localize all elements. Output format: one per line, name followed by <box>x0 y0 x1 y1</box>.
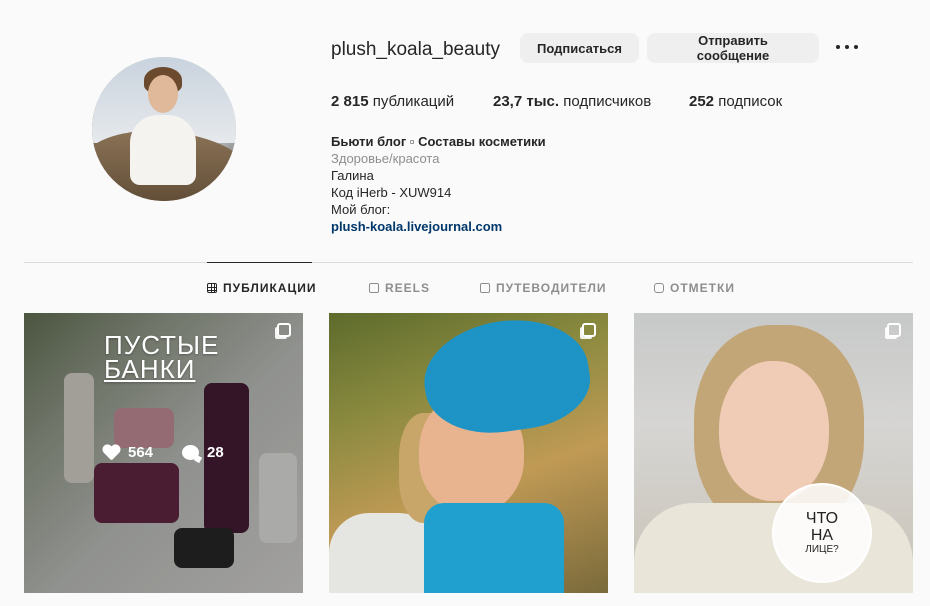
dot <box>854 45 858 49</box>
posts-stat: 2 815 публикаций <box>331 93 454 110</box>
profile-username: plush_koala_beauty <box>331 39 501 60</box>
active-tab-indicator <box>207 262 312 263</box>
following-count: 252 <box>689 93 715 110</box>
bio-line: Галина <box>331 168 374 183</box>
stamp-line: НА <box>810 527 834 544</box>
stamp-line: ЧТО <box>805 510 839 527</box>
likes-count: 564 <box>102 444 153 461</box>
comment-icon <box>182 445 199 460</box>
tab-posts[interactable]: ПУБЛИКАЦИИ <box>207 281 316 295</box>
profile-bio: Бьюти блог ▫ Составы косметики Здоровье/… <box>331 133 546 235</box>
post-thumbnail[interactable] <box>329 313 608 593</box>
tabs-divider <box>24 262 913 263</box>
dot <box>845 45 849 49</box>
photo-face <box>719 361 829 501</box>
followers-label: подписчиков <box>563 93 652 110</box>
photo-coat <box>329 513 439 593</box>
more-options-icon[interactable] <box>836 37 858 57</box>
profile-avatar[interactable] <box>92 57 236 201</box>
following-label: подписок <box>718 93 783 110</box>
carousel-icon <box>277 323 291 337</box>
avatar-head <box>148 75 178 113</box>
tab-tagged[interactable]: ОТМЕТКИ <box>654 281 735 295</box>
bio-line: Мой блог: <box>331 202 391 217</box>
tab-label: REELS <box>385 281 431 295</box>
bio-category: Здоровье/красота <box>331 151 440 166</box>
tab-label: ПУБЛИКАЦИИ <box>223 281 317 295</box>
followers-count: 23,7 тыс. <box>493 93 560 110</box>
tab-label: ОТМЕТКИ <box>670 281 735 295</box>
tab-reels[interactable]: REELS <box>369 281 430 295</box>
avatar-shirt <box>130 115 196 185</box>
posts-count: 2 815 <box>331 93 369 110</box>
comments-value: 28 <box>207 444 224 461</box>
guide-icon <box>480 283 490 293</box>
tab-guides[interactable]: ПУТЕВОДИТЕЛИ <box>480 281 607 295</box>
bio-name: Бьюти блог ▫ Составы косметики <box>331 134 546 149</box>
post-caption-overlay: ПУСТЫЕ БАНКИ <box>104 332 219 384</box>
post-thumbnail[interactable]: ПУСТЫЕ БАНКИ 564 28 <box>24 313 303 593</box>
reels-icon <box>369 283 379 293</box>
bio-link[interactable]: plush-koala.livejournal.com <box>331 219 502 234</box>
followers-stat[interactable]: 23,7 тыс. подписчиков <box>493 93 651 110</box>
likes-value: 564 <box>128 444 154 461</box>
stamp-line: ЛИЦЕ? <box>805 544 839 555</box>
follow-button[interactable]: Подписаться <box>520 33 639 63</box>
photo-scarf <box>424 503 564 593</box>
send-message-button[interactable]: Отправить сообщение <box>647 33 819 63</box>
tag-icon <box>654 283 664 293</box>
carousel-icon <box>887 323 901 337</box>
bio-line: Код iHerb - XUW914 <box>331 185 452 200</box>
dot <box>836 45 840 49</box>
carousel-icon <box>582 323 596 337</box>
post-stamp: ЧТО НА ЛИЦЕ? <box>772 483 872 583</box>
comments-count: 28 <box>182 444 224 461</box>
tab-label: ПУТЕВОДИТЕЛИ <box>496 281 607 295</box>
posts-label: публикаций <box>372 93 455 110</box>
post-thumbnail[interactable]: ЧТО НА ЛИЦЕ? <box>634 313 913 593</box>
heart-icon <box>102 445 120 461</box>
following-stat[interactable]: 252 подписок <box>689 93 782 110</box>
grid-icon <box>207 283 217 293</box>
caption-line: БАНКИ <box>104 354 196 384</box>
